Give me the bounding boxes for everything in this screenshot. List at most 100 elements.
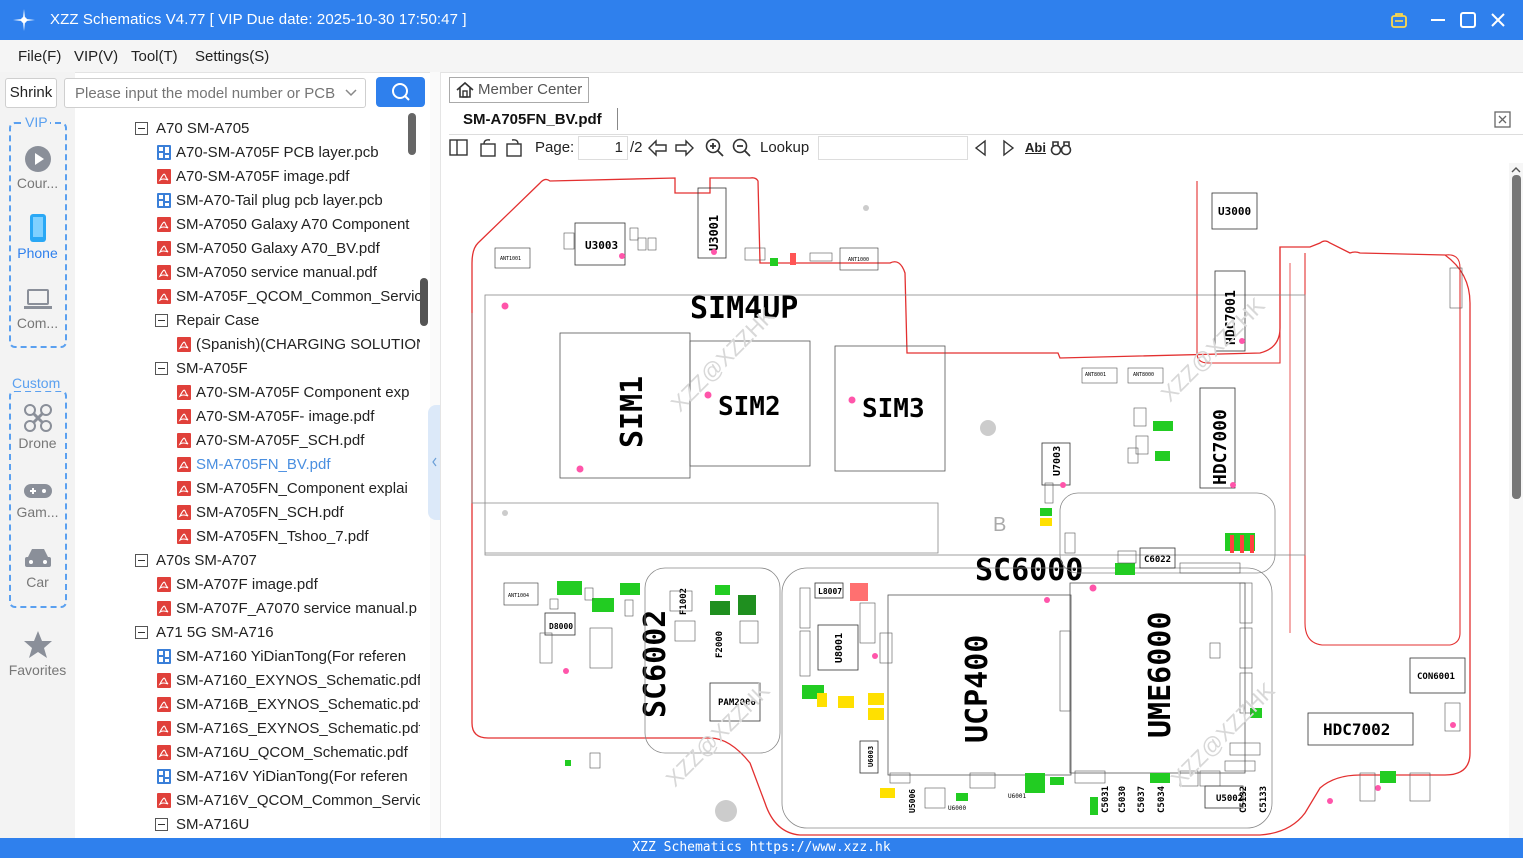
next-page-icon[interactable]	[673, 138, 695, 158]
pdf-file-icon	[177, 384, 191, 400]
tree-file[interactable]: A70-SM-A705F_SCH.pdf	[177, 429, 420, 453]
rotate-right-icon[interactable]	[505, 138, 525, 158]
find-previous-icon[interactable]	[972, 138, 990, 158]
tree-file[interactable]: A70-SM-A705F- image.pdf	[177, 405, 420, 429]
part-u6001: U6001	[1008, 793, 1026, 800]
rotate-left-icon[interactable]	[479, 138, 499, 158]
rail-item-drone[interactable]: Drone	[0, 403, 75, 451]
tree-file[interactable]: SM-A705FN_Component explai	[177, 477, 420, 501]
vip-bag-icon[interactable]	[1387, 8, 1411, 32]
menu-file[interactable]: File(F)	[18, 48, 61, 65]
rail-item-courses[interactable]: Cour...	[0, 145, 75, 191]
tree-file[interactable]: SM-A7050 Galaxy A70_BV.pdf	[157, 237, 420, 261]
collapse-toggle-icon[interactable]	[135, 553, 148, 567]
pdf-file-icon	[157, 240, 171, 256]
tree-file[interactable]: (Spanish)(CHARGING SOLUTION	[177, 333, 420, 357]
chevron-down-icon[interactable]	[343, 84, 359, 100]
tree-folder[interactable]: A70s SM-A707	[135, 549, 420, 573]
part-c6022: C6022	[1144, 555, 1171, 565]
tree-file[interactable]: SM-A70-Tail plug pcb layer.pcb	[157, 189, 420, 213]
tree-folder[interactable]: SM-A716U	[155, 813, 420, 837]
pcb-file-icon	[157, 768, 171, 784]
rail-item-label: Cour...	[16, 175, 59, 191]
tree-item-label: SM-A705FN_Tshoo_7.pdf	[196, 528, 369, 545]
sidebar-toggle-icon[interactable]	[449, 138, 469, 158]
zoom-out-icon[interactable]	[732, 138, 752, 158]
tree-file[interactable]: SM-A7050 Galaxy A70 Component	[157, 213, 420, 237]
document-tab[interactable]: SM-A705FN_BV.pdf	[463, 111, 602, 128]
find-next-icon[interactable]	[999, 138, 1017, 158]
tree-folder[interactable]: Repair Case	[155, 309, 420, 333]
pdf-file-icon	[157, 696, 171, 712]
label-sim1: SIM1	[615, 376, 650, 448]
tree-file[interactable]: A70-SM-A705F image.pdf	[157, 165, 420, 189]
model-search-box[interactable]	[64, 78, 366, 108]
tree-item-label: A71 5G SM-A716	[156, 624, 274, 641]
rail-item-favorites[interactable]: Favorites	[0, 630, 75, 678]
rail-item-phone[interactable]: Phone	[0, 213, 75, 261]
tree-scrollbar-thumb-secondary[interactable]	[420, 278, 428, 326]
previous-page-icon[interactable]	[647, 138, 669, 158]
close-tab-icon[interactable]	[1493, 110, 1513, 130]
tree-folder[interactable]: SM-A705F	[155, 357, 420, 381]
tree-file[interactable]: SM-A707F image.pdf	[157, 573, 420, 597]
search-button[interactable]	[376, 77, 425, 107]
tree-item-label: A70 SM-A705	[156, 120, 250, 137]
binoculars-icon[interactable]	[1050, 138, 1072, 158]
document-tab-bar: SM-A705FN_BV.pdf	[449, 106, 1523, 135]
collapse-toggle-icon[interactable]	[135, 121, 148, 135]
part-c5034: C5034	[1157, 785, 1167, 813]
collapse-pane-handle[interactable]	[428, 405, 440, 520]
tree-item-label: SM-A716V_QCOM_Common_Servic	[176, 792, 420, 809]
tree-file[interactable]: SM-A7050 service manual.pdf	[157, 261, 420, 285]
tree-item-label: SM-A716B_EXYNOS_Schematic.pdf	[176, 696, 420, 713]
match-case-toggle[interactable]: Abi	[1025, 140, 1046, 155]
close-icon[interactable]	[1486, 8, 1510, 32]
tree-file[interactable]: SM-A716B_EXYNOS_Schematic.pdf	[157, 693, 420, 717]
member-center-button[interactable]: Member Center	[449, 77, 589, 103]
zoom-in-icon[interactable]	[705, 138, 725, 158]
tree-file[interactable]: SM-A716U_QCOM_Schematic.pdf	[157, 741, 420, 765]
menu-settings[interactable]: Settings(S)	[195, 48, 269, 65]
tree-file[interactable]: SM-A7160_EXYNOS_Schematic.pdf	[157, 669, 420, 693]
tree-file[interactable]: SM-A705F_QCOM_Common_Servic	[157, 285, 420, 309]
model-search-input[interactable]	[73, 79, 337, 107]
tree-file[interactable]: A70-SM-A705F Component exp	[177, 381, 420, 405]
collapse-toggle-icon[interactable]	[155, 361, 168, 375]
tree-folder[interactable]: A71 5G SM-A716	[135, 621, 420, 645]
tree-file[interactable]: A70-SM-A705F PCB layer.pcb	[157, 141, 420, 165]
tree-item-label: A70s SM-A707	[156, 552, 257, 569]
label-sc6000: SC6000	[975, 553, 1083, 588]
rail-item-car[interactable]: Car	[0, 546, 75, 590]
rail-item-game[interactable]: Gam...	[0, 480, 75, 520]
tree-file[interactable]: SM-A705FN_SCH.pdf	[177, 501, 420, 525]
menu-tool[interactable]: Tool(T)	[131, 48, 178, 65]
part-u6003: U6003	[867, 746, 875, 767]
pdf-canvas[interactable]: SIM4UP SIM1 SIM2 SIM3 SC6000 SC6002 UCP4…	[460, 163, 1508, 838]
tree-file[interactable]: SM-A716V YiDianTong(For referen	[157, 765, 420, 789]
menu-vip[interactable]: VIP(V)	[74, 48, 118, 65]
collapse-toggle-icon[interactable]	[155, 817, 168, 831]
tree-item-label: Repair Case	[176, 312, 260, 329]
page-number-input[interactable]: 1	[578, 136, 628, 160]
lookup-input[interactable]	[818, 136, 968, 160]
tree-folder[interactable]: A70 SM-A705	[135, 117, 420, 141]
collapse-toggle-icon[interactable]	[155, 313, 168, 327]
tree-file[interactable]: SM-A705FN_Tshoo_7.pdf	[177, 525, 420, 549]
tree-scrollbar-thumb[interactable]	[408, 113, 416, 155]
title-bar: XZZ Schematics V4.77 [ VIP Due date: 202…	[0, 0, 1523, 40]
minimize-icon[interactable]	[1426, 8, 1450, 32]
part-u7003: U7003	[1052, 446, 1063, 476]
chevron-left-icon	[432, 457, 437, 467]
shrink-button[interactable]: Shrink	[5, 78, 57, 108]
tree-file[interactable]: SM-A716V_QCOM_Common_Servic	[157, 789, 420, 813]
tree-file[interactable]: SM-A716S_EXYNOS_Schematic.pdf	[157, 717, 420, 741]
rail-item-computer[interactable]: Com...	[0, 287, 75, 331]
maximize-icon[interactable]	[1456, 8, 1480, 32]
tree-item-label: SM-A7050 Galaxy A70_BV.pdf	[176, 240, 380, 257]
tree-file[interactable]: SM-A707F_A7070 service manual.p	[157, 597, 420, 621]
tree-file[interactable]: SM-A705FN_BV.pdf	[177, 453, 420, 477]
collapse-toggle-icon[interactable]	[135, 625, 148, 639]
canvas-scrollbar-thumb[interactable]	[1512, 175, 1521, 499]
tree-file[interactable]: SM-A7160 YiDianTong(For referen	[157, 645, 420, 669]
